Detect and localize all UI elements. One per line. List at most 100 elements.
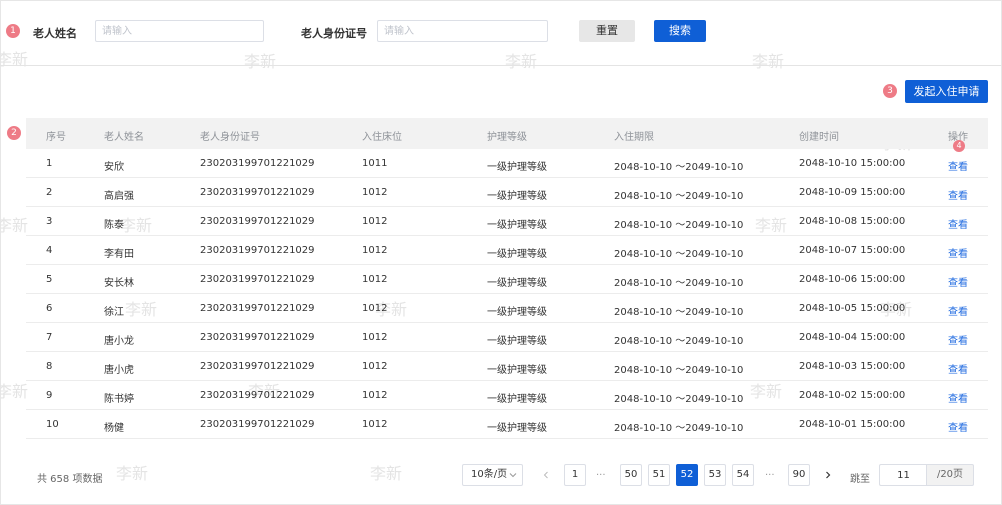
search-button[interactable]: 搜索 [654,20,706,42]
row-term: 2048-10-10 ～2049-10-10 [614,249,744,260]
row-id-number: 230203199701221029 [200,158,315,169]
row-no: 3 [46,216,53,227]
row-name: 陈泰 [104,220,124,231]
elder-name-label: 老人姓名 [33,27,77,40]
row-bed: 1012 [362,390,388,401]
row-id-number: 230203199701221029 [200,274,315,285]
elder-id-input[interactable] [377,20,548,42]
header-level: 护理等级 [487,132,527,143]
row-term: 2048-10-10 ～2049-10-10 [614,162,744,173]
page-size-select[interactable]: 10条/页 [462,464,523,486]
row-name: 李有田 [104,249,134,260]
elder-name-input[interactable] [95,20,264,42]
row-bed: 1012 [362,332,388,343]
row-created-time: 2048-10-01 15:00:00 [799,419,906,430]
row-bed: 1012 [362,361,388,372]
row-care-level: 一级护理等级 [487,249,547,260]
view-link[interactable]: 查看 [948,158,968,173]
table-row: 10 杨健 230203199701221029 1012 一级护理等级 2048-10-… [26,410,988,439]
elder-id-label: 老人身份证号 [301,27,367,40]
view-link[interactable]: 查看 [948,216,968,231]
row-no: 6 [46,303,53,314]
row-name: 安欣 [104,162,124,173]
table-row: 9 陈书婷 230203199701221029 1012 一级护理等级 2048-10-… [26,381,988,410]
row-id-number: 230203199701221029 [200,419,315,430]
chevron-down-icon [509,473,517,478]
table-row: 4 李有田 230203199701221029 1012 一级护理等级 2048-10-… [26,236,988,265]
row-care-level: 一级护理等级 [487,220,547,231]
header-created: 创建时间 [799,132,839,143]
reset-button[interactable]: 重置 [579,20,635,42]
view-link[interactable]: 查看 [948,187,968,202]
annotation-badge-2: 2 [7,126,21,140]
table-header: 序号 老人姓名 老人身份证号 入住床位 护理等级 入住期限 创建时间 操作 [26,118,988,149]
header-bed: 入住床位 [362,132,402,143]
row-bed: 1011 [362,158,388,169]
jump-page-input[interactable] [879,464,927,486]
page-90[interactable]: 90 [788,464,810,486]
view-link[interactable]: 查看 [948,332,968,347]
table-row: 6 徐江 230203199701221029 1012 一级护理等级 2048-10-1… [26,294,988,323]
row-created-time: 2048-10-09 15:00:00 [799,187,906,198]
row-no: 10 [46,419,59,430]
chevron-right-icon[interactable] [822,469,834,481]
annotation-badge-1: 1 [6,24,20,38]
row-care-level: 一级护理等级 [487,278,547,289]
row-term: 2048-10-10 ～2049-10-10 [614,394,744,405]
row-care-level: 一级护理等级 [487,336,547,347]
apply-checkin-button[interactable]: 发起入住申请 [905,80,988,103]
page-1[interactable]: 1 [564,464,586,486]
annotation-badge-3: 3 [883,84,897,98]
row-bed: 1012 [362,274,388,285]
view-link[interactable]: 查看 [948,361,968,376]
row-created-time: 2048-10-05 15:00:00 [799,303,906,314]
row-no: 9 [46,390,53,401]
page-50[interactable]: 50 [620,464,642,486]
table-row: 1 安欣 230203199701221029 1011 一级护理等级 2048-10-1… [26,149,988,178]
view-link[interactable]: 查看 [948,245,968,260]
row-term: 2048-10-10 ～2049-10-10 [614,191,744,202]
row-id-number: 230203199701221029 [200,303,315,314]
row-created-time: 2048-10-04 15:00:00 [799,332,906,343]
row-term: 2048-10-10 ～2049-10-10 [614,220,744,231]
row-care-level: 一级护理等级 [487,394,547,405]
row-id-number: 230203199701221029 [200,390,315,401]
row-id-number: 230203199701221029 [200,216,315,227]
row-care-level: 一级护理等级 [487,191,547,202]
row-created-time: 2048-10-03 15:00:00 [799,361,906,372]
view-link[interactable]: 查看 [948,274,968,289]
table-row: 2 高启强 230203199701221029 1012 一级护理等级 2048-10-… [26,178,988,207]
section-divider [0,65,1002,66]
row-term: 2048-10-10 ～2049-10-10 [614,423,744,434]
row-care-level: 一级护理等级 [487,162,547,173]
view-link[interactable]: 查看 [948,390,968,405]
row-name: 唐小龙 [104,336,134,347]
view-link[interactable]: 查看 [948,303,968,318]
total-count: 共 658 项数据 [37,474,103,485]
view-link[interactable]: 查看 [948,419,968,434]
row-care-level: 一级护理等级 [487,423,547,434]
table-row: 5 安长林 230203199701221029 1012 一级护理等级 2048-10-… [26,265,988,294]
row-created-time: 2048-10-08 15:00:00 [799,216,906,227]
pagination-ellipsis[interactable]: ··· [596,470,606,481]
row-bed: 1012 [362,216,388,227]
pagination-ellipsis[interactable]: ··· [765,470,775,481]
header-no: 序号 [46,132,66,143]
row-name: 高启强 [104,191,134,202]
jump-to-label: 跳至 [850,474,870,485]
page-54[interactable]: 54 [732,464,754,486]
header-term: 入住期限 [614,132,654,143]
page-51[interactable]: 51 [648,464,670,486]
page-52-current[interactable]: 52 [676,464,698,486]
row-id-number: 230203199701221029 [200,187,315,198]
page-53[interactable]: 53 [704,464,726,486]
row-id-number: 230203199701221029 [200,245,315,256]
table-row: 7 唐小龙 230203199701221029 1012 一级护理等级 2048-10-… [26,323,988,352]
header-id: 老人身份证号 [200,132,260,143]
row-bed: 1012 [362,303,388,314]
total-pages-suffix: /20页 [926,464,974,486]
row-created-time: 2048-10-06 15:00:00 [799,274,906,285]
chevron-left-icon[interactable] [540,469,552,481]
row-care-level: 一级护理等级 [487,307,547,318]
page-size-value: 10条/页 [471,469,508,480]
